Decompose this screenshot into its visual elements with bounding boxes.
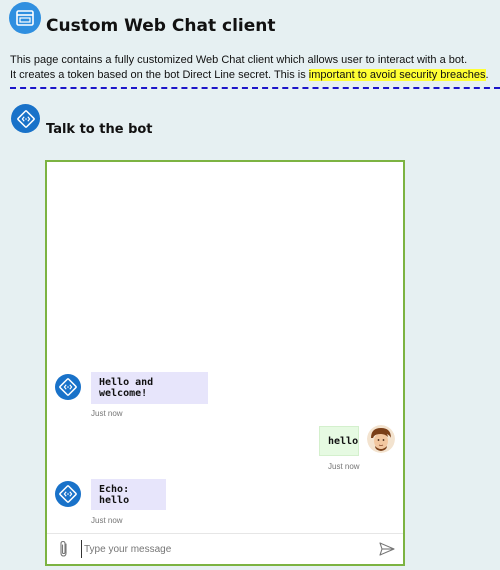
message-timestamp: Just now [328,462,360,471]
bot-avatar-icon [55,374,81,400]
paperclip-icon[interactable] [57,540,71,558]
page: Custom Web Chat client This page contain… [0,0,500,570]
send-icon[interactable] [379,541,395,557]
sendbox [47,533,403,564]
page-description: This page contains a fully customized We… [10,53,500,83]
description-line-2-prefix: It creates a token based on the bot Dire… [10,69,309,81]
message-timestamp: Just now [91,409,123,418]
bot-code-icon [11,104,40,133]
user-avatar [367,425,395,453]
bot-message-bubble: Hello and welcome! [91,372,208,404]
description-line-2: It creates a token based on the bot Dire… [10,68,500,83]
bot-avatar-icon [55,481,81,507]
security-highlight: important to avoid security breaches [308,69,486,81]
message-input[interactable] [81,540,364,558]
section-title: Talk to the bot [46,122,153,137]
webchat-container: Hello and welcome! Just now hello Just n… [45,160,405,566]
browser-window-icon [9,2,41,34]
page-title: Custom Web Chat client [46,16,276,36]
description-line-1: This page contains a fully customized We… [10,54,468,66]
bot-message-bubble: Echo: hello [91,479,166,510]
description-line-2-suffix: . [485,69,489,81]
message-timestamp: Just now [91,516,123,525]
user-message-bubble: hello [319,426,359,456]
dashed-divider [10,87,500,89]
